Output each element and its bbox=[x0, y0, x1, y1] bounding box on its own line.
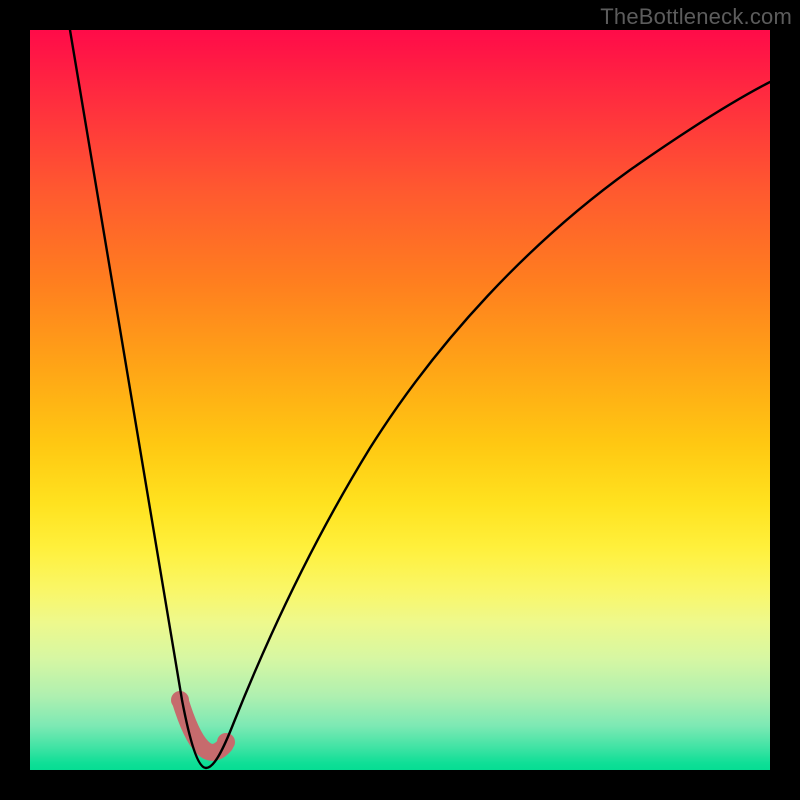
plot-frame bbox=[30, 30, 770, 770]
main-curve bbox=[70, 30, 770, 768]
curve-layer bbox=[30, 30, 770, 770]
watermark-text: TheBottleneck.com bbox=[600, 4, 792, 30]
